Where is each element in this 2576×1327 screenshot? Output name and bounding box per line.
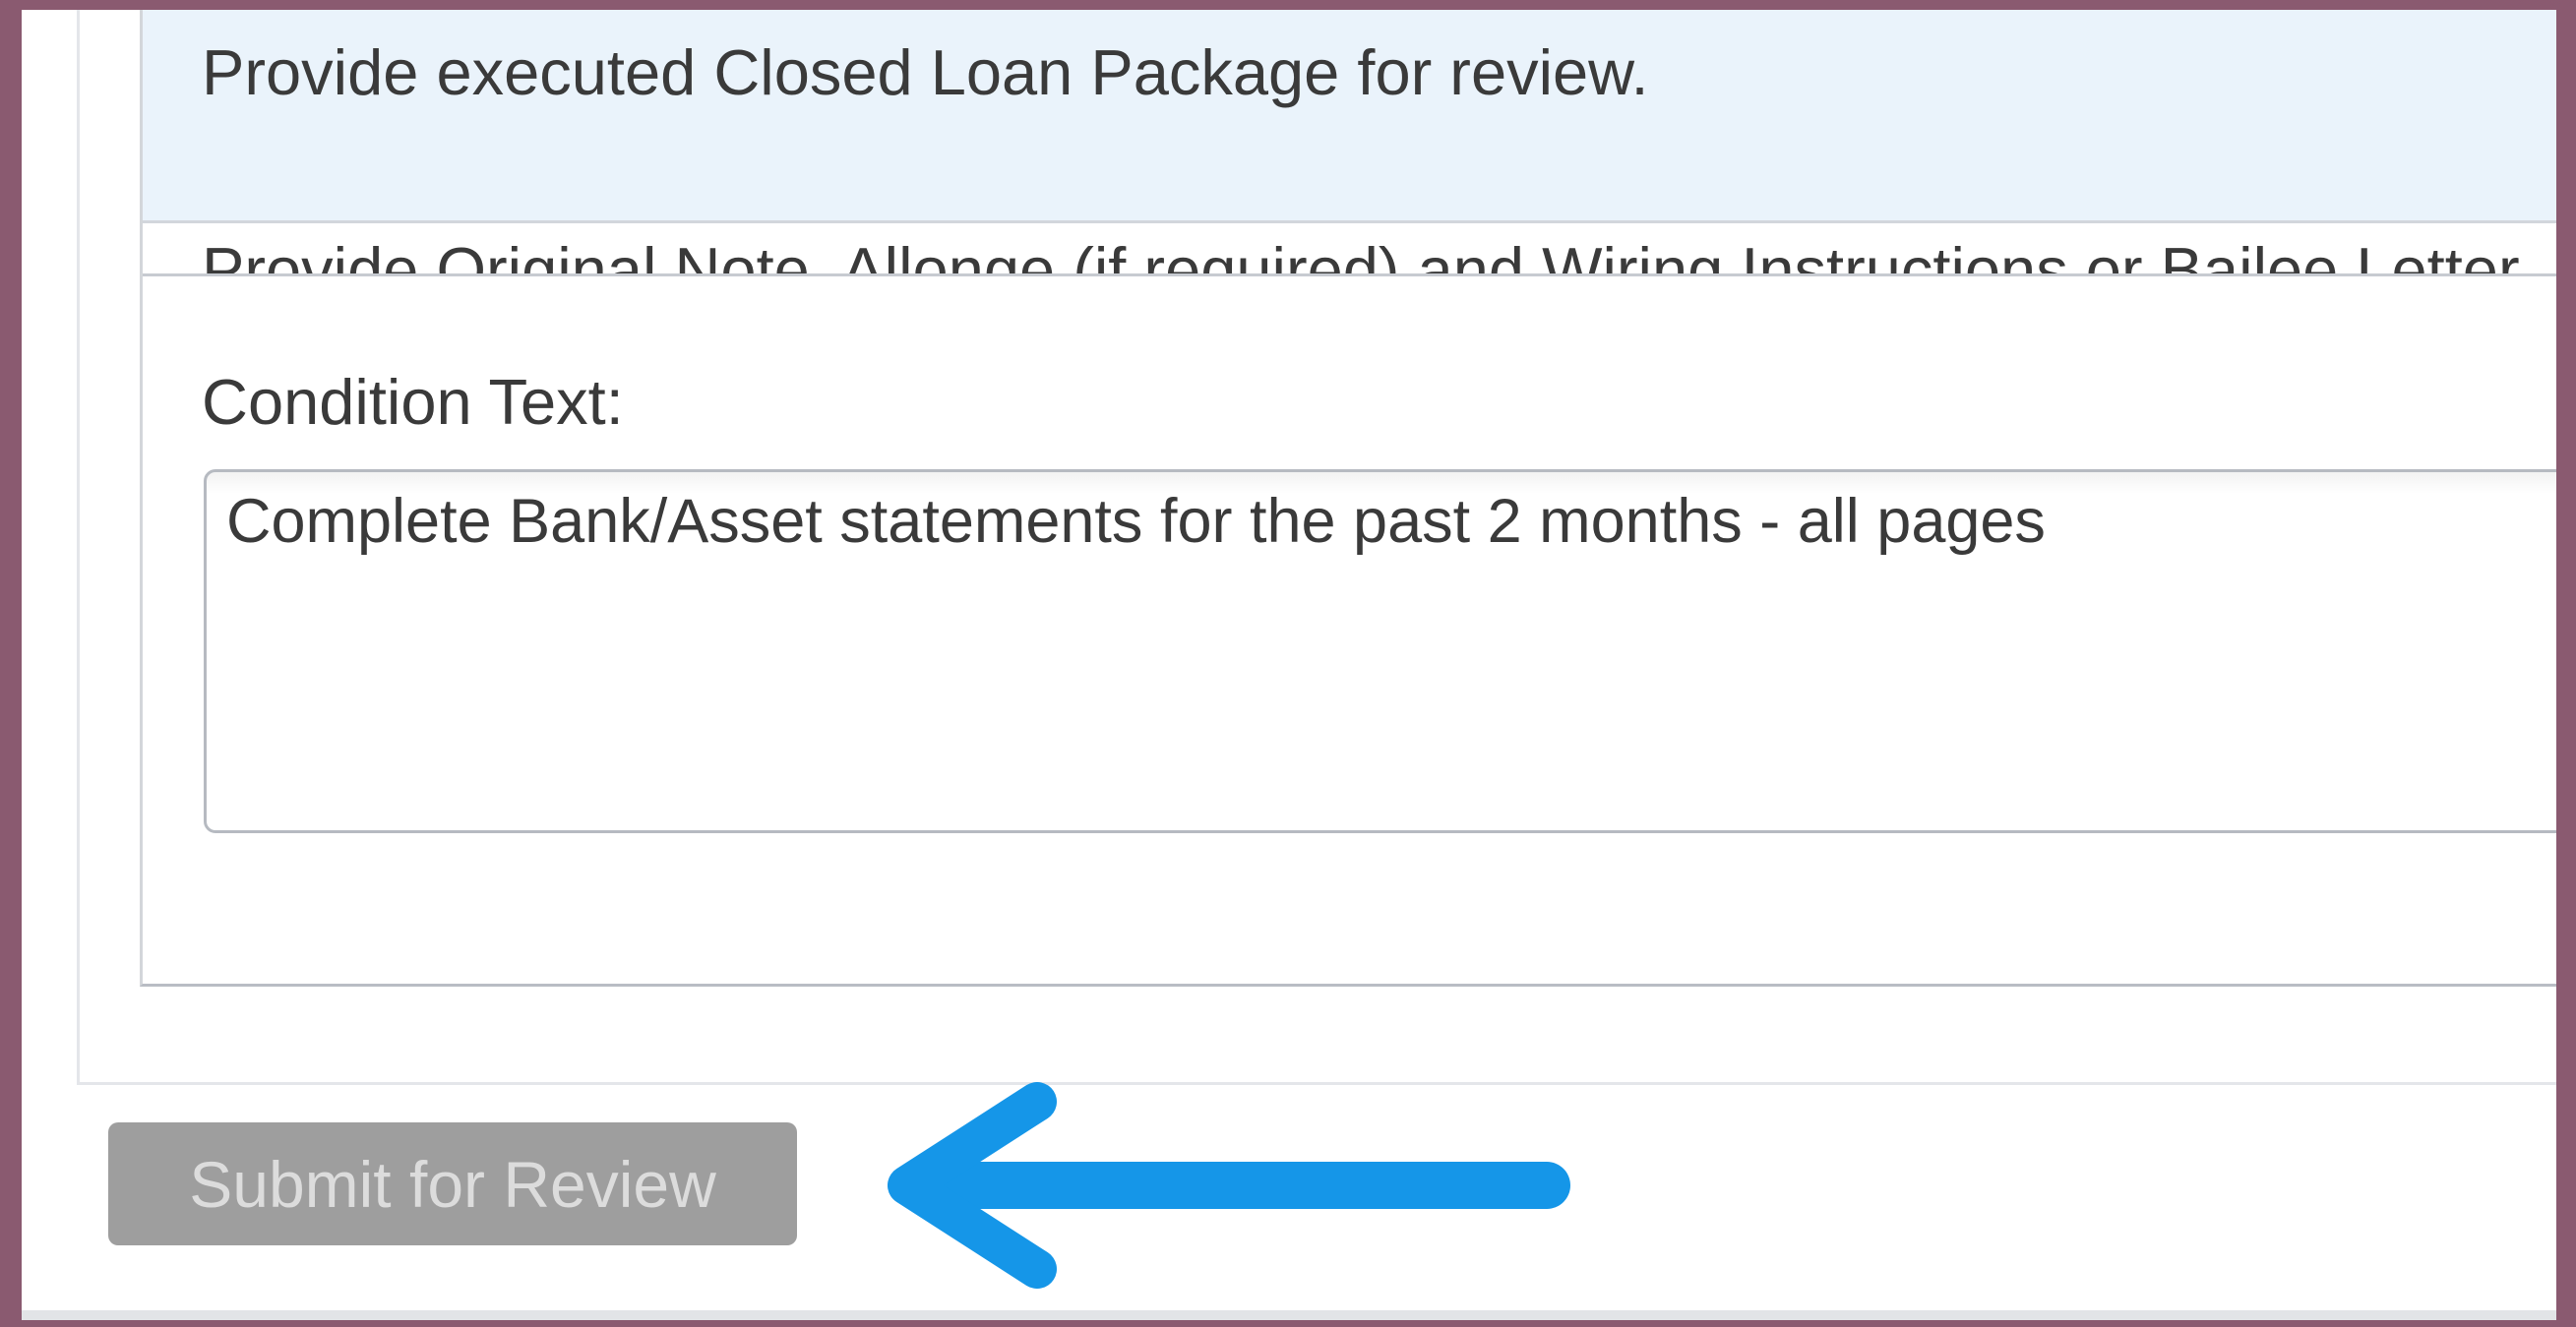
page-bottom-edge bbox=[22, 1310, 2556, 1320]
condition-edit-panel: Condition Text: Complete Bank/Asset stat… bbox=[143, 273, 2556, 967]
page-content: Provide executed Closed Loan Package for… bbox=[22, 10, 2556, 1320]
arrow-left-icon bbox=[888, 1082, 1570, 1289]
submit-for-review-button[interactable]: Submit for Review bbox=[108, 1122, 797, 1245]
condition-list: Provide executed Closed Loan Package for… bbox=[140, 10, 2556, 987]
condition-text-label: Condition Text: bbox=[202, 366, 624, 438]
condition-text-input[interactable]: Complete Bank/Asset statements for the p… bbox=[204, 469, 2556, 833]
list-item[interactable]: Provide executed Closed Loan Package for… bbox=[143, 10, 2556, 223]
condition-row-text: Provide executed Closed Loan Package for… bbox=[202, 36, 1649, 108]
